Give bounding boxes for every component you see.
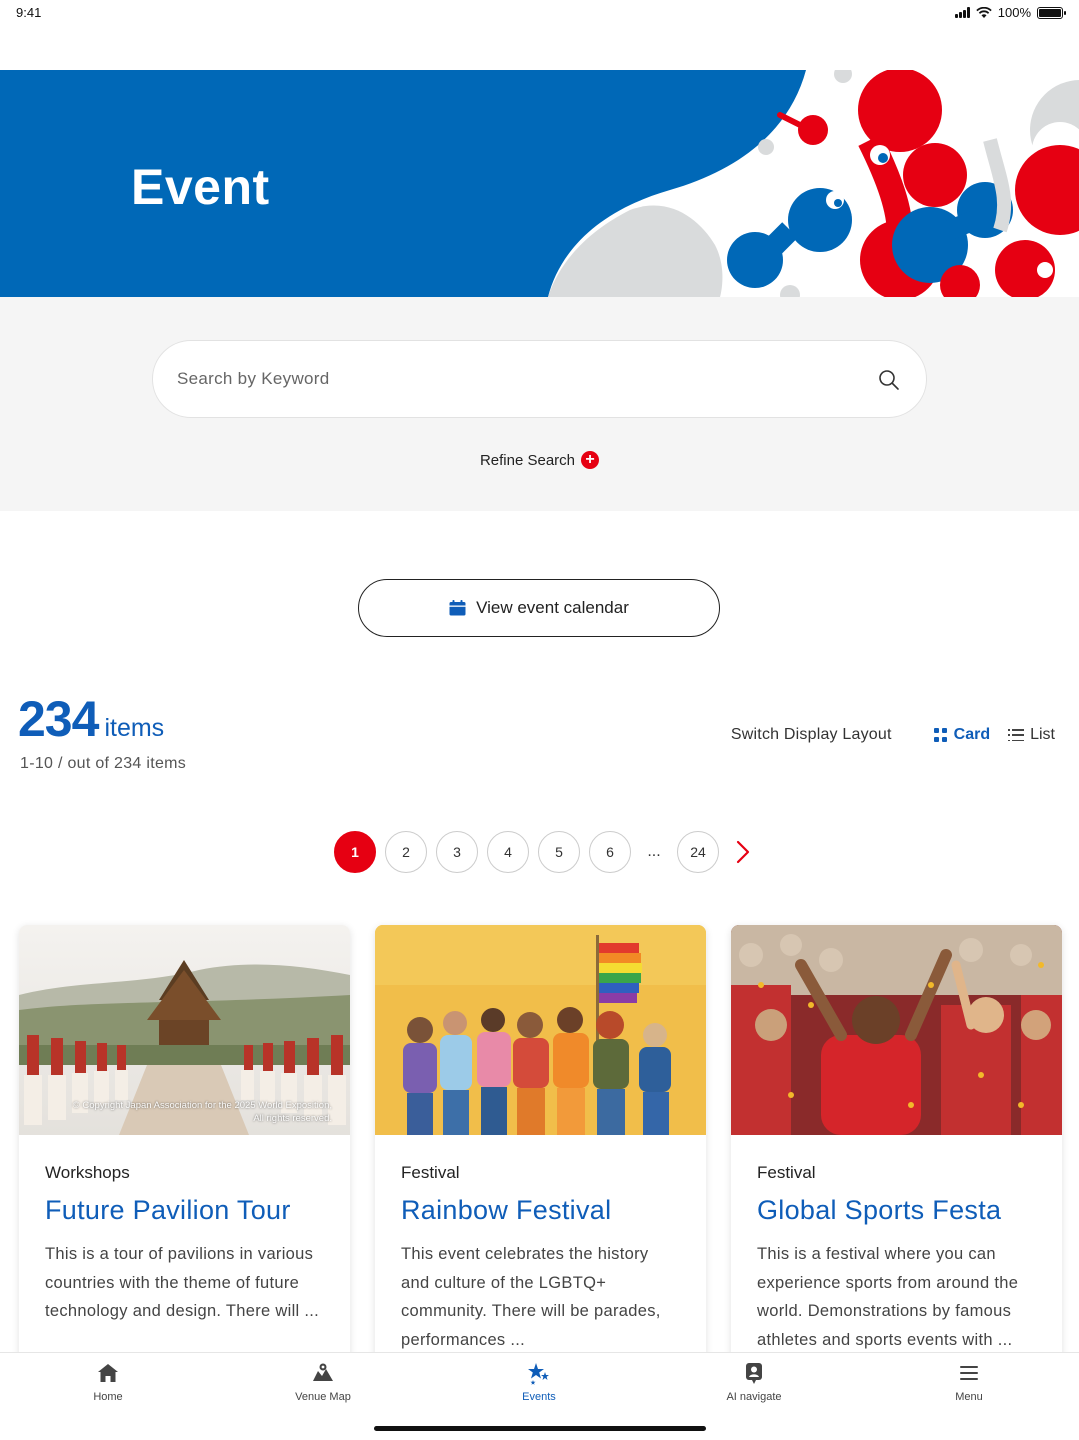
signal-icon [954, 7, 970, 18]
tab-events[interactable]: Events [479, 1361, 599, 1403]
tab-ai-navigate[interactable]: AI navigate [694, 1361, 814, 1403]
layout-switch-label: Switch Display Layout [730, 726, 892, 743]
layout-list-label: List [1030, 726, 1055, 743]
layout-list-option[interactable]: List [1008, 726, 1055, 744]
layout-card-option[interactable]: Card [933, 726, 991, 744]
event-card-image [731, 925, 1062, 1135]
refine-search-button[interactable]: Refine Search + [0, 451, 1079, 469]
menu-icon [960, 1366, 978, 1380]
page-button-2[interactable]: 2 [385, 831, 427, 873]
tab-menu[interactable]: Menu [909, 1361, 1029, 1403]
page-button-last[interactable]: 24 [677, 831, 719, 873]
event-category: Festival [757, 1163, 816, 1182]
event-title[interactable]: Global Sports Festa [757, 1195, 1036, 1226]
search-section: Refine Search + [0, 297, 1079, 511]
event-title[interactable]: Future Pavilion Tour [45, 1195, 324, 1226]
page-button-5[interactable]: 5 [538, 831, 580, 873]
layout-card-label: Card [953, 726, 991, 743]
event-card[interactable]: Festival Global Sports Festa This is a f… [731, 925, 1062, 1365]
search-box [152, 340, 927, 418]
refine-search-label: Refine Search [479, 451, 576, 469]
image-copyright: © Copyright Japan Association for the 20… [73, 1099, 332, 1125]
chevron-right-icon [736, 840, 750, 864]
copyright-line-2: All rights reserved. [253, 1113, 332, 1124]
search-icon[interactable] [878, 369, 900, 391]
layout-switch: Switch Display Layout Card List [731, 726, 1055, 744]
event-card[interactable]: © Copyright Japan Association for the 20… [19, 925, 350, 1365]
home-icon [98, 1364, 118, 1382]
view-event-calendar-button[interactable]: View event calendar [358, 579, 720, 637]
calendar-icon [449, 600, 466, 616]
battery-icon [1037, 6, 1066, 19]
page-button-3[interactable]: 3 [436, 831, 478, 873]
event-category: Workshops [45, 1163, 130, 1182]
battery-percent: 100% [997, 5, 1031, 20]
next-page-button[interactable] [728, 831, 758, 873]
page-button-1[interactable]: 1 [334, 831, 376, 873]
tab-events-label: Events [522, 1391, 556, 1403]
tab-home[interactable]: Home [48, 1361, 168, 1403]
results-count-unit: items [104, 714, 165, 742]
tab-venue-map[interactable]: Venue Map [263, 1361, 383, 1403]
copyright-line-1: © Copyright Japan Association for the 20… [72, 1100, 332, 1111]
event-card[interactable]: Festival Rainbow Festival This event cel… [375, 925, 706, 1365]
cheering-crowd-photo [731, 925, 1062, 1135]
pagination-ellipsis: ... [647, 843, 661, 860]
home-indicator [374, 1426, 706, 1431]
tab-ai-navigate-label: AI navigate [726, 1391, 782, 1403]
event-title[interactable]: Rainbow Festival [401, 1195, 680, 1226]
map-icon [313, 1363, 333, 1381]
list-icon [1008, 729, 1025, 741]
tab-home-label: Home [93, 1391, 123, 1403]
page-button-6[interactable]: 6 [589, 831, 631, 873]
search-input[interactable] [177, 341, 857, 417]
grid-icon [933, 728, 948, 742]
status-indicators: 100% [954, 5, 1066, 20]
event-description: This is a tour of pavilions in various c… [45, 1245, 320, 1320]
event-description: This is a festival where you can experie… [757, 1245, 1019, 1349]
wifi-icon [976, 6, 992, 18]
results-count: 234 items [18, 690, 164, 748]
event-category: Festival [401, 1163, 460, 1182]
status-bar: 9:41 100% [0, 0, 1079, 26]
group-with-rainbow-flag-photo [375, 925, 706, 1135]
event-card-image: © Copyright Japan Association for the 20… [19, 925, 350, 1135]
pagination: 1 2 3 4 5 6 ... 24 [0, 831, 1079, 873]
event-description: This event celebrates the history and cu… [401, 1245, 661, 1349]
tab-menu-label: Menu [955, 1391, 983, 1403]
page-title: Event [131, 159, 270, 215]
results-count-number: 234 [18, 691, 99, 747]
event-card-image [375, 925, 706, 1135]
event-card-grid: © Copyright Japan Association for the 20… [19, 925, 1062, 1365]
hero-banner: Event [0, 70, 1079, 297]
ai-navigate-icon [746, 1363, 762, 1384]
view-event-calendar-label: View event calendar [476, 598, 629, 617]
tab-venue-map-label: Venue Map [295, 1391, 351, 1403]
plus-icon: + [581, 451, 600, 469]
status-time: 9:41 [16, 5, 42, 20]
events-icon [528, 1363, 549, 1385]
page-button-4[interactable]: 4 [487, 831, 529, 873]
results-range: 1-10 / out of 234 items [20, 755, 187, 772]
